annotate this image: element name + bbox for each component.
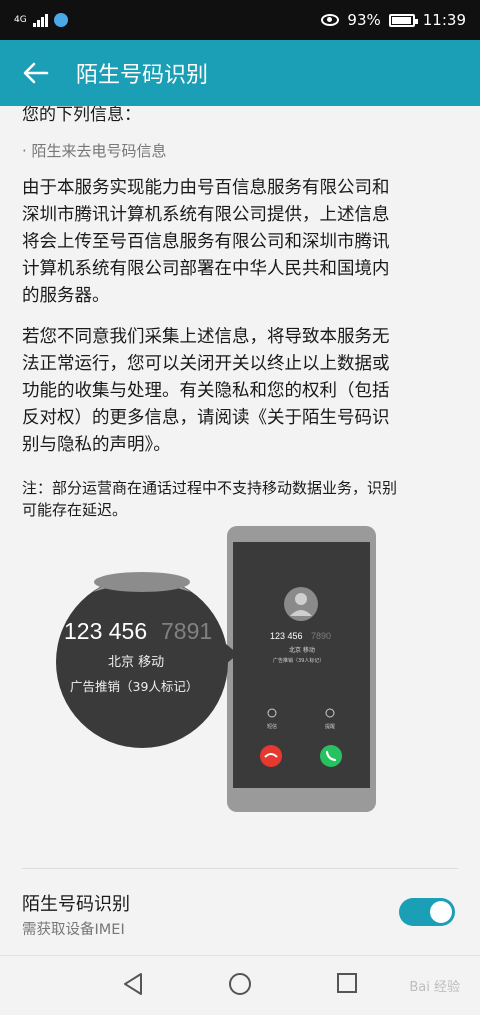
zoom-phone-number: 123 456	[64, 618, 147, 644]
paragraph-line: 反对权）的更多信息，请阅读《关于陌生号码识	[22, 408, 390, 428]
paragraph-line: 的服务器。	[22, 286, 110, 306]
privacy-statement-link[interactable]: 别与隐私的声明》。	[22, 432, 458, 459]
navigation-bar: Bai 经验	[0, 955, 480, 1015]
phone-screen	[233, 542, 370, 788]
paragraph-line: 法正常运行，您可以关闭开关以终止以上数据或	[22, 354, 390, 374]
app-bar: 陌生号码识别	[0, 40, 480, 106]
message-label: 短信	[267, 723, 277, 730]
caller-id-setting[interactable]: 陌生号码识别 需获取设备IMEI	[0, 878, 480, 948]
watermark: Bai 经验	[409, 980, 460, 995]
caller-id-illustration: 123 456 7890 北京 移动 广告推销（39人标记） 短信 提醒 123…	[56, 526, 376, 812]
toggle-knob	[430, 901, 452, 923]
back-button[interactable]	[0, 40, 72, 106]
paragraph-line: 功能的收集与处理。有关隐私和您的权利（包括	[22, 381, 390, 401]
paragraph-line: 若您不同意我们采集上述信息，将导致本服务无	[22, 327, 390, 347]
paragraph-line: 由于本服务实现能力由号百信息服务有限公司和	[22, 178, 390, 198]
clock: 11:39	[422, 11, 466, 29]
page-title: 陌生号码识别	[76, 63, 209, 88]
paragraph-line: 将会上传至号百信息服务有限公司和深圳市腾讯	[22, 232, 390, 252]
phone-location-small: 北京 移动	[289, 646, 315, 654]
eye-comfort-icon	[321, 14, 340, 26]
arrow-left-icon	[23, 62, 49, 84]
content-scroll[interactable]: 您的下列信息： · 陌生来去电号码信息 由于本服务实现能力由号百信息服务有限公司…	[0, 106, 480, 862]
battery-percent: 93%	[347, 11, 381, 29]
phone-number-small: 123 456	[270, 631, 303, 641]
signal-icon	[32, 13, 48, 27]
note-line: 注：部分运营商在通话过程中不支持移动数据业务，识别	[22, 479, 398, 497]
setting-title: 陌生号码识别	[22, 894, 130, 915]
remind-label: 提醒	[325, 723, 335, 730]
setting-subtitle: 需获取设备IMEI	[22, 922, 125, 938]
divider	[22, 868, 458, 869]
caller-id-toggle[interactable]	[399, 898, 455, 926]
nav-home-icon[interactable]	[228, 972, 252, 996]
network-type: 4G	[14, 14, 27, 25]
paragraph-line: 计算机系统有限公司部署在中华人民共和国境内	[22, 259, 390, 279]
nav-back-icon[interactable]	[122, 972, 144, 996]
phone-number-blur-small: 7890	[311, 631, 331, 641]
battery-icon	[388, 13, 418, 27]
info-bullet: · 陌生来去电号码信息	[22, 142, 167, 160]
zoom-phone-number-blur: 7891	[161, 618, 212, 644]
notification-app-icon	[53, 13, 68, 27]
paragraph-privacy: 若您不同意我们采集上述信息，将导致本服务无 法正常运行，您可以关闭开关以终止以上…	[22, 324, 458, 459]
answer-call-icon	[320, 745, 342, 767]
nav-recent-icon[interactable]	[336, 972, 358, 994]
clipped-text: 您的下列信息：	[22, 106, 141, 125]
carrier-note: 注：部分运营商在通话过程中不支持移动数据业务，识别 可能存在延迟。	[22, 477, 458, 521]
status-bar: 4G 93% 11:39	[0, 0, 480, 40]
paragraph-provider: 由于本服务实现能力由号百信息服务有限公司和 深圳市腾讯计算机系统有限公司提供，上…	[22, 175, 458, 310]
zoom-location: 北京 移动	[108, 655, 164, 670]
paragraph-line: 深圳市腾讯计算机系统有限公司提供，上述信息	[22, 205, 390, 225]
phone-tag-small: 广告推销（39人标记）	[273, 657, 324, 664]
zoom-tag: 广告推销（39人标记）	[70, 679, 198, 694]
decline-call-icon	[260, 745, 282, 767]
